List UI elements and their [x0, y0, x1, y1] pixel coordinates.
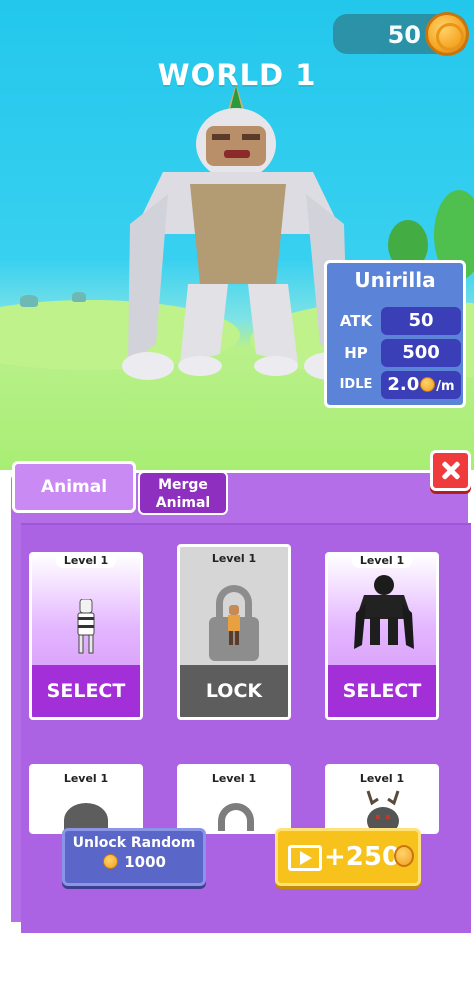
animal-card-5[interactable]: Level 1: [177, 764, 291, 834]
card-level: Level 1: [328, 555, 436, 568]
tab-merge-animal[interactable]: Merge Animal: [138, 471, 228, 515]
background-rock: [20, 295, 38, 307]
animal-card-1[interactable]: Level 1 SELECT: [29, 552, 143, 720]
coin-icon: [103, 854, 118, 869]
idle-unit: /m: [436, 379, 455, 394]
padlock-icon: [218, 803, 254, 831]
unlock-random-label: Unlock Random: [72, 835, 196, 851]
world-title: WORLD 1: [157, 58, 317, 92]
unlock-random-cost: 1000: [65, 853, 203, 871]
select-button[interactable]: SELECT: [328, 665, 436, 717]
card-level: Level 1: [359, 772, 405, 785]
coin-icon: [420, 377, 436, 392]
select-button[interactable]: SELECT: [32, 665, 140, 717]
animal-stats-panel: Unirilla ATK 50 HP 500 IDLE 2.0/m: [324, 260, 466, 408]
animal-card-4[interactable]: Level 1: [29, 764, 143, 834]
stat-value-idle: 2.0/m: [381, 371, 461, 399]
zebra-figure-icon: [77, 599, 95, 654]
stat-label: ATK: [339, 312, 373, 330]
video-ad-icon: [288, 845, 322, 871]
stat-value: 500: [381, 339, 461, 367]
game-scene: WORLD 1 50 Unirilla ATK 50 HP 500 IDLE 2…: [0, 0, 474, 470]
black-gorilla-icon: [354, 575, 414, 649]
stat-row-hp: HP 500: [333, 339, 461, 367]
animal-card-3[interactable]: Level 1 SELECT: [325, 552, 439, 720]
idle-rate: 2.0: [387, 374, 420, 395]
lock-button: LOCK: [180, 665, 288, 717]
card-level: Level 1: [63, 772, 109, 785]
reward-amount: +250: [324, 842, 401, 872]
card-level: Level 1: [211, 552, 257, 565]
close-button[interactable]: [430, 450, 471, 491]
background-rock: [72, 292, 86, 302]
coin-count: 50: [387, 21, 421, 49]
stat-label: IDLE: [339, 377, 373, 392]
stat-label: HP: [344, 344, 368, 362]
card-level: Level 1: [32, 555, 140, 568]
animal-card-6[interactable]: Level 1: [325, 764, 439, 834]
coin-icon: [425, 12, 469, 56]
animal-card-2[interactable]: Level 1 LOCK: [177, 544, 291, 720]
stat-row-atk: ATK 50: [333, 307, 461, 335]
unlock-random-button[interactable]: Unlock Random 1000: [62, 828, 206, 886]
card-level: Level 1: [211, 772, 257, 785]
stat-value: 50: [381, 307, 461, 335]
stat-row-idle: IDLE 2.0/m: [333, 371, 461, 399]
animal-name: Unirilla: [354, 268, 436, 292]
coin-icon: [394, 845, 414, 867]
tab-animal[interactable]: Animal: [12, 461, 136, 513]
